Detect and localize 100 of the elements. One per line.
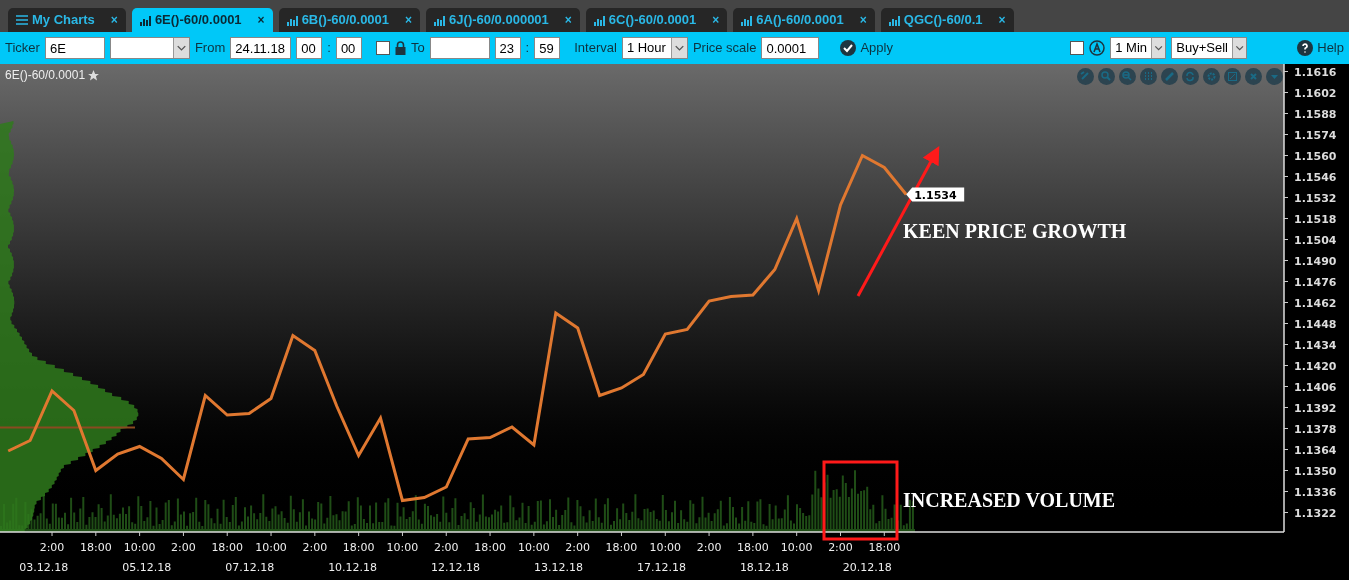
y-axis-label: 1.1462 <box>1294 296 1337 310</box>
field-label: To <box>410 39 425 58</box>
menu-icon <box>16 15 28 25</box>
y-axis-label: 1.1350 <box>1294 464 1337 478</box>
y-axis-label: 1.1574 <box>1294 128 1337 142</box>
separator: : <box>327 39 331 58</box>
tab[interactable]: 6E()-60/0.0001 × <box>131 8 273 32</box>
y-axis-label: 1.1336 <box>1294 485 1337 499</box>
zoom-out-icon[interactable] <box>1119 68 1136 85</box>
tab-label: 6E()-60/0.0001 <box>154 11 242 30</box>
y-axis-label: 1.1532 <box>1294 191 1337 205</box>
x-axis-label: 2:00 <box>696 541 722 554</box>
tab[interactable]: QGC()-60/0.1 × <box>880 8 1014 32</box>
date-label: 03.12.18 <box>19 561 69 574</box>
dropdown[interactable] <box>109 37 190 59</box>
x-axis-label: 18:00 <box>737 541 769 554</box>
field-label: Interval <box>574 39 617 58</box>
date-label: 17.12.18 <box>636 561 686 574</box>
lock-icon <box>394 41 406 55</box>
x-axis-label: 2:00 <box>302 541 328 554</box>
minute-field[interactable]: 00 <box>335 37 362 59</box>
star-icon[interactable] <box>87 68 101 82</box>
x-axis-label: 2:00 <box>171 541 196 554</box>
field-label: From <box>194 39 226 58</box>
y-axis-label: 1.1518 <box>1294 212 1337 226</box>
x-axis-label: 2:00 <box>433 541 459 554</box>
close-icon[interactable] <box>1245 68 1262 85</box>
tab[interactable]: 6B()-60/0.0001 × <box>278 8 421 32</box>
hour-field[interactable]: 00 <box>296 37 323 59</box>
tab[interactable]: 6C()-60/0.0001 × <box>585 8 728 32</box>
dropdown[interactable]: 1 Hour <box>621 37 688 59</box>
y-axis-label: 1.1490 <box>1294 254 1337 268</box>
x-axis-label: 18:00 <box>868 541 901 554</box>
dropdown[interactable]: 1 Min <box>1110 37 1167 59</box>
grid-icon[interactable] <box>1140 68 1157 85</box>
apply-button[interactable]: Apply <box>840 38 893 58</box>
expand-icon[interactable] <box>1224 68 1241 85</box>
bar-chart-icon <box>593 14 605 26</box>
dropdown[interactable]: Buy+Sell <box>1171 37 1248 59</box>
settings-icon[interactable] <box>1203 68 1220 85</box>
date-label: 13.12.18 <box>534 561 583 574</box>
date-field[interactable]: 24.11.18 <box>230 37 292 59</box>
refresh-icon[interactable] <box>1182 68 1199 85</box>
x-axis-label: 10:00 <box>255 541 287 554</box>
bar-chart-icon <box>286 14 298 26</box>
close-button[interactable]: × <box>859 11 867 29</box>
annotation-text: INCREASED VOLUME <box>903 489 1116 511</box>
x-axis-label: 10:00 <box>386 541 419 554</box>
y-axis-label: 1.1420 <box>1294 359 1337 373</box>
close-button[interactable]: × <box>110 11 118 29</box>
y-axis-label: 1.1364 <box>1294 443 1337 457</box>
x-axis-label: 10:00 <box>649 541 682 554</box>
chart-title: 6E()-60/0.0001 <box>5 67 86 84</box>
checkbox[interactable] <box>1070 41 1085 55</box>
tab-label: 6J()-60/0.000001 <box>449 11 549 30</box>
pencil-icon[interactable] <box>1161 68 1178 85</box>
x-axis-label: 18:00 <box>342 541 375 554</box>
zoom-in-icon[interactable] <box>1098 68 1115 85</box>
y-axis-label: 1.1546 <box>1294 170 1337 184</box>
y-axis-label: 1.1448 <box>1294 317 1337 331</box>
close-button[interactable]: × <box>564 11 572 29</box>
close-button[interactable]: × <box>998 11 1006 29</box>
checkbox[interactable] <box>375 41 390 55</box>
x-axis-label: 10:00 <box>123 541 156 554</box>
tab[interactable]: My Charts × <box>8 8 126 32</box>
dropdown-icon[interactable] <box>1266 68 1283 85</box>
tab-label: 6C()-60/0.0001 <box>608 11 697 30</box>
bar-chart-icon <box>741 14 753 26</box>
annotation: 1.1534 <box>914 188 957 202</box>
check-icon <box>840 40 857 56</box>
chevron-down-icon <box>1151 38 1166 58</box>
auto-scale-icon[interactable] <box>1089 40 1106 56</box>
close-button[interactable]: × <box>712 11 720 29</box>
x-axis-label: 10:00 <box>780 541 813 554</box>
close-button[interactable]: × <box>405 11 413 29</box>
chevron-down-icon <box>1231 38 1247 58</box>
close-button[interactable]: × <box>257 11 265 29</box>
ticker-field[interactable]: 6E <box>44 37 105 59</box>
separator: : <box>525 39 530 58</box>
tab[interactable]: 6A()-60/0.0001 × <box>733 8 875 32</box>
date-label: 05.12.18 <box>122 561 172 574</box>
y-axis-label: 1.1560 <box>1294 149 1337 163</box>
y-axis-label: 1.1378 <box>1294 422 1337 436</box>
tab-label: My Charts <box>32 11 95 30</box>
x-axis-label: 2:00 <box>828 541 853 554</box>
x-axis-label: 2:00 <box>39 541 65 554</box>
help-button[interactable]: Help <box>1297 38 1344 58</box>
date-label: 18.12.18 <box>739 561 789 574</box>
y-axis-label: 1.1434 <box>1294 338 1337 352</box>
tab-label: 6B()-60/0.0001 <box>301 11 390 30</box>
tab[interactable]: 6J()-60/0.000001 × <box>426 8 580 32</box>
hour-field[interactable]: 23 <box>494 37 521 59</box>
field-label: Ticker <box>5 39 40 58</box>
minute-field[interactable]: 59 <box>534 37 561 59</box>
x-axis-label: 18:00 <box>79 541 112 554</box>
price-scale-field[interactable]: 0.0001 <box>761 37 820 59</box>
x-axis-label: 18:00 <box>211 541 244 554</box>
date-field[interactable] <box>429 37 490 59</box>
bar-chart-icon <box>434 14 446 26</box>
field-label: Price scale <box>692 39 757 58</box>
